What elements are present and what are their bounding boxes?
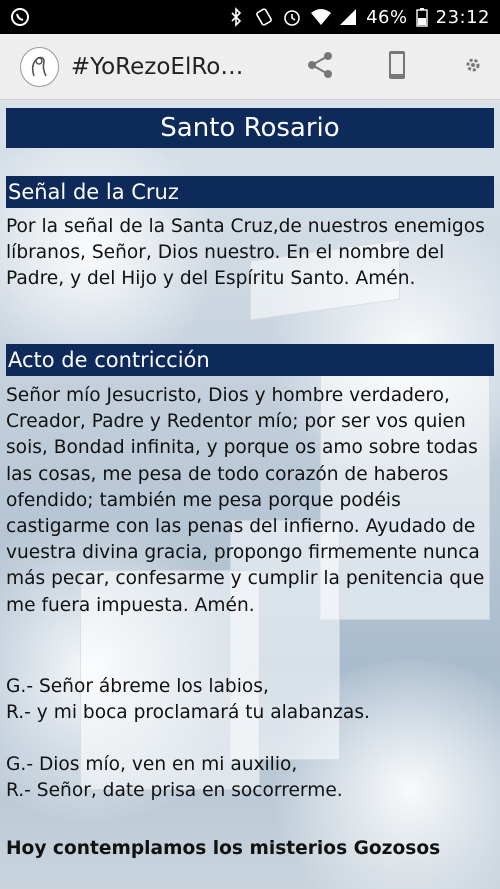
mysteries-line: Hoy contemplamos los misterios Gozosos xyxy=(6,838,441,859)
whatsapp-icon xyxy=(10,7,30,27)
battery-icon xyxy=(415,7,428,27)
status-bar: 46% 23:12 xyxy=(0,0,500,34)
wifi-icon xyxy=(310,7,332,27)
section-text-senal: Por la señal de la Santa Cruz,de nuestro… xyxy=(6,216,485,290)
rotation-icon xyxy=(254,7,274,27)
section-header-senal: Señal de la Cruz xyxy=(6,176,494,208)
share-button[interactable] xyxy=(293,34,347,100)
share-icon xyxy=(304,49,336,85)
signal-icon xyxy=(338,7,358,27)
bluetooth-icon xyxy=(226,7,246,27)
phone-icon xyxy=(387,50,407,84)
alarm-icon xyxy=(282,7,302,27)
action-bar: #YoRezoElRosario xyxy=(0,34,500,100)
clock: 23:12 xyxy=(435,6,490,28)
battery-percent: 46% xyxy=(366,6,408,28)
app-title: #YoRezoElRosario xyxy=(70,53,256,80)
page-title: Santo Rosario xyxy=(6,108,494,148)
versicle-2-g: G.- Dios mío, ven en mi auxilio, xyxy=(6,754,298,775)
app-logo-icon[interactable] xyxy=(20,46,59,87)
versicle-2-r: R.- Señor, date prisa en socorrerme. xyxy=(6,780,343,801)
settings-icon xyxy=(464,56,482,78)
phone-button[interactable] xyxy=(369,34,423,100)
versicle-1-r: R.- y mi boca proclamará tu alabanzas. xyxy=(6,702,370,723)
section-text-contriccion: Señor mío Jesucristo, Dios y hombre verd… xyxy=(6,385,485,616)
settings-button[interactable] xyxy=(446,34,500,100)
section-header-contriccion: Acto de contricción xyxy=(6,344,494,376)
versicle-1-g: G.- Señor ábreme los labios, xyxy=(6,676,269,697)
